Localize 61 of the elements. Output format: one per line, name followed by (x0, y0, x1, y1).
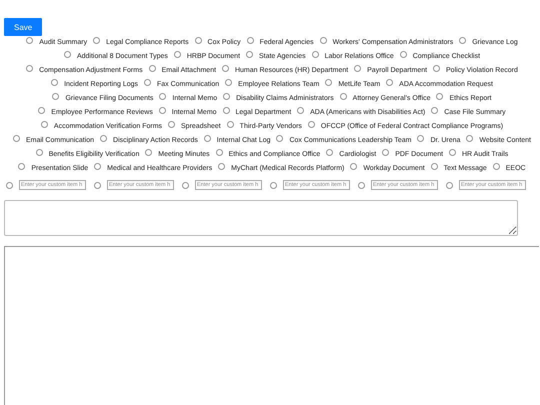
radio-button[interactable] (100, 135, 108, 142)
radio-button[interactable] (386, 79, 394, 86)
radio-button[interactable] (158, 107, 166, 114)
radio-button[interactable] (382, 149, 390, 156)
radio-button[interactable] (93, 37, 100, 44)
radio-button[interactable] (222, 107, 230, 114)
radio-button[interactable] (350, 163, 358, 170)
radio-button[interactable] (182, 182, 189, 188)
radio-button[interactable] (246, 37, 254, 44)
radio-button[interactable] (270, 182, 277, 188)
radio-button[interactable] (354, 65, 362, 72)
radio-button[interactable] (218, 163, 226, 170)
radio-button[interactable] (326, 149, 334, 156)
radio-button[interactable] (417, 135, 424, 142)
radio-button[interactable] (449, 149, 456, 156)
radio-button[interactable] (308, 121, 315, 128)
radio-button[interactable] (51, 79, 58, 86)
radio-button[interactable] (276, 135, 284, 142)
radio-button[interactable] (246, 51, 253, 58)
radio-button[interactable] (358, 182, 365, 188)
radio-button[interactable] (459, 37, 466, 44)
radio-button[interactable] (159, 93, 166, 100)
radio-button[interactable] (297, 107, 304, 114)
radio-button[interactable] (36, 149, 43, 156)
radio-button[interactable] (433, 65, 440, 72)
radio-button[interactable] (38, 107, 46, 114)
save-button[interactable]: Save (4, 18, 42, 36)
radio-button[interactable] (174, 51, 181, 58)
radio-button[interactable] (94, 182, 101, 188)
radio-button[interactable] (168, 121, 176, 128)
radio-button[interactable] (226, 121, 234, 128)
radio-button[interactable] (446, 182, 453, 188)
radio-button[interactable] (325, 79, 332, 86)
radio-button[interactable] (340, 93, 347, 100)
radio-button[interactable] (40, 121, 48, 128)
radio-button[interactable] (12, 135, 20, 142)
radio-button[interactable] (94, 163, 102, 170)
radio-button[interactable] (144, 79, 151, 86)
radio-button[interactable] (194, 37, 202, 44)
text-area[interactable] (4, 200, 518, 236)
radio-button[interactable] (223, 93, 230, 100)
radio-button[interactable] (436, 93, 444, 100)
radio-button[interactable] (312, 51, 319, 58)
radio-button[interactable] (64, 51, 71, 58)
radio-button[interactable] (320, 37, 327, 44)
radio-button[interactable] (492, 163, 500, 170)
radio-button[interactable] (52, 93, 60, 100)
radio-button[interactable] (222, 65, 229, 72)
radio-button[interactable] (430, 163, 438, 170)
radio-button[interactable] (26, 37, 34, 44)
radio-button[interactable] (18, 163, 26, 170)
radio-button[interactable] (216, 149, 223, 156)
radio-button[interactable] (400, 51, 407, 58)
radio-button[interactable] (466, 135, 474, 142)
radio-button[interactable] (431, 107, 438, 114)
radio-button[interactable] (145, 149, 152, 156)
radio-button[interactable] (225, 79, 232, 86)
radio-button[interactable] (204, 135, 211, 142)
radio-button[interactable] (148, 65, 156, 72)
radio-button[interactable] (26, 65, 34, 72)
radio-button[interactable] (6, 182, 13, 188)
